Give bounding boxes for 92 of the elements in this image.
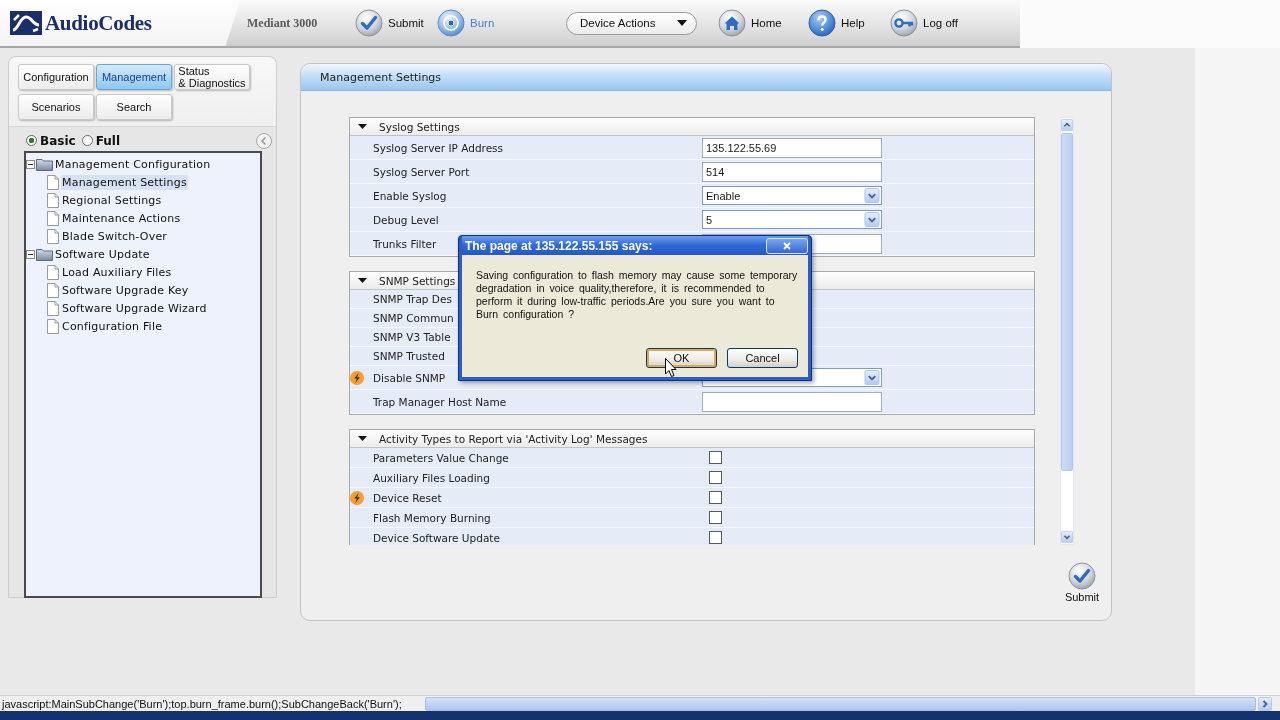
dialog-title: The page at 135.122.55.155 says:: [465, 238, 653, 253]
logo-icon: [10, 11, 42, 35]
text-field[interactable]: [702, 391, 882, 412]
dropdown-field[interactable]: 5: [702, 210, 882, 229]
triangle-down-icon[interactable]: [358, 124, 367, 129]
panel-title: Management Settings: [320, 70, 442, 84]
toolbar-button[interactable]: Log off: [890, 9, 958, 37]
toolbar-button[interactable]: Help: [808, 9, 865, 37]
nav-tab[interactable]: Configuration: [18, 64, 94, 90]
field-label: Enable Syslog: [373, 189, 447, 202]
section-title: Activity Types to Report via 'Activity Log' Messages: [379, 432, 648, 445]
minus-box-icon[interactable]: [26, 159, 35, 169]
checkbox[interactable]: [709, 511, 722, 524]
close-icon: [783, 241, 791, 250]
tree-item[interactable]: Management Settings: [61, 174, 188, 190]
dropdown-field[interactable]: Enable: [702, 186, 882, 205]
nav-tab[interactable]: Search: [96, 94, 172, 120]
text-field[interactable]: 514: [702, 161, 882, 182]
page-icon: [47, 264, 59, 280]
key-icon: [890, 9, 918, 37]
dialog-button[interactable]: OK: [646, 348, 717, 368]
nav-tab[interactable]: Scenarios: [18, 94, 94, 120]
radio-button[interactable]: [81, 135, 93, 146]
toolbar-button[interactable]: Submit: [355, 9, 424, 37]
folder-icon: [36, 247, 53, 261]
field-label: Trunks Filter: [373, 237, 437, 250]
triangle-down-icon[interactable]: [358, 436, 367, 441]
field-label: SNMP Trusted: [373, 350, 445, 362]
caret-icon: [677, 20, 687, 26]
toolbar-button[interactable]: Home: [718, 9, 782, 37]
page-icon: [47, 192, 59, 208]
tree-item[interactable]: Configuration File: [61, 318, 164, 334]
tree-item[interactable]: Blade Switch-Over: [61, 228, 169, 244]
checkbox[interactable]: [709, 491, 722, 504]
checkbox[interactable]: [709, 531, 722, 544]
section-title: SNMP Settings: [379, 274, 456, 287]
nav-tab[interactable]: Management: [96, 64, 172, 90]
help-icon: [808, 9, 836, 37]
page-icon: [47, 300, 59, 316]
check-icon: [1068, 562, 1096, 590]
scrollbar-thumb[interactable]: [1061, 133, 1073, 471]
radio-label: Full: [95, 133, 120, 148]
page-icon: [47, 282, 59, 298]
field-label: Syslog Server IP Address: [373, 141, 504, 154]
field-label: Parameters Value Change: [373, 451, 509, 464]
page-icon: [47, 174, 59, 190]
disc-icon: [437, 9, 465, 37]
field-label: SNMP Commun: [373, 312, 454, 324]
field-label: Flash Memory Burning: [373, 511, 491, 524]
field-label: Debug Level: [373, 213, 439, 226]
folder-icon: [36, 157, 53, 171]
field-label: Auxiliary Files Loading: [373, 471, 490, 484]
checkbox[interactable]: [709, 471, 722, 484]
tree-item[interactable]: Maintenance Actions: [61, 210, 182, 226]
tree-item[interactable]: Load Auxiliary Files: [61, 264, 173, 280]
field-label: SNMP V3 Table: [373, 331, 451, 343]
field-label: Trap Manager Host Name: [373, 395, 507, 408]
scroll-up-icon[interactable]: [1061, 118, 1073, 132]
actions-dropdown[interactable]: Device Actions: [566, 11, 697, 35]
section-title: Syslog Settings: [379, 120, 460, 133]
minus-box-icon[interactable]: [26, 249, 35, 259]
dialog-message: Saving configuration to flash memory may cause some temporary degradation in voice quality,therefore, it is recommended to perform it during low-traffic periods.Are you sure you want to Burn configuration ?: [476, 268, 799, 321]
house-icon: [718, 9, 746, 37]
scroll-right-icon[interactable]: [1258, 696, 1272, 711]
field-label: Disable SNMP: [373, 371, 446, 384]
nav-tab[interactable]: Status & Diagnostics: [174, 64, 250, 90]
check-icon: [355, 9, 383, 37]
tree-item[interactable]: Software Upgrade Wizard: [61, 300, 208, 316]
submit-button[interactable]: Submit: [1062, 562, 1102, 603]
tree-item[interactable]: Software Update: [54, 246, 151, 262]
vertical-scrollbar[interactable]: [1060, 117, 1074, 545]
status-text: javascript:MainSubChange('Burn');top.burn_frame.burn();SubChangeBack('Burn');: [0, 697, 403, 710]
page-icon: [47, 318, 59, 334]
tree-item[interactable]: Regional Settings: [61, 192, 163, 208]
triangle-down-icon[interactable]: [358, 278, 367, 283]
tree-item[interactable]: Management Configuration: [54, 156, 212, 172]
logo-text: AudioCodes: [45, 10, 152, 36]
tree-item[interactable]: Software Upgrade Key: [61, 282, 190, 298]
field-label: Syslog Server Port: [373, 165, 470, 178]
field-label: Device Reset: [373, 491, 442, 504]
dialog-button[interactable]: Cancel: [727, 348, 798, 368]
field-label: SNMP Trap Des: [373, 293, 452, 305]
close-button[interactable]: [766, 237, 808, 254]
field-label: Device Software Update: [373, 531, 500, 544]
scroll-down-icon[interactable]: [1061, 530, 1073, 544]
checkbox[interactable]: [709, 451, 722, 464]
text-field[interactable]: 135.122.55.69: [702, 137, 882, 158]
page-icon: [47, 228, 59, 244]
radio-button[interactable]: [26, 135, 37, 146]
radio-label: Basic: [40, 133, 76, 148]
product-name: Mediant 3000: [247, 15, 318, 31]
page-icon: [47, 210, 59, 226]
